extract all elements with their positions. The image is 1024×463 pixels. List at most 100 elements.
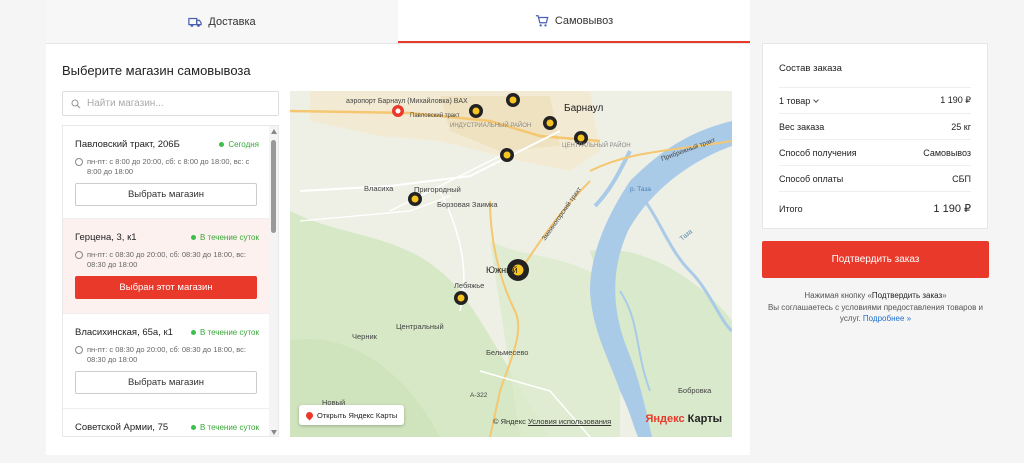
map-label-tsentralny: Центральный xyxy=(396,322,444,331)
note-prefix: Нажимая кнопку « xyxy=(804,291,872,300)
copyright-text: © Яндекс xyxy=(493,417,526,426)
clock-icon xyxy=(75,251,83,259)
logo-maps-text: Карты xyxy=(687,413,722,425)
order-row-total: Итого 1 190 ₽ xyxy=(779,192,971,225)
payment-label: Способ оплаты xyxy=(779,173,844,184)
store-hours: пн-пт: с 8:00 до 20:00, сб: с 8:00 до 18… xyxy=(75,157,259,177)
selected-store-button[interactable]: Выбран этот магазин xyxy=(75,276,257,299)
open-yandex-maps-button[interactable]: Открыть Яндекс Карты xyxy=(299,405,405,425)
store-name: Герцена, 3, к1 xyxy=(75,231,137,243)
total-label: Итого xyxy=(779,203,803,214)
store-item[interactable]: Павловский тракт, 206Б Сегодня пн-пт: с … xyxy=(63,126,271,219)
store-name: Советской Армии, 75 xyxy=(75,421,169,433)
clock-icon xyxy=(75,346,83,354)
map-label-airport: аэропорт Барнаул (Михайловка) BAX xyxy=(346,97,468,105)
map-label-yuzhny: Южный xyxy=(486,265,518,275)
select-store-button[interactable]: Выбрать магазин xyxy=(75,371,257,394)
map-canvas[interactable]: аэропорт Барнаул (Михайловка) BAX Барнау… xyxy=(290,91,732,437)
availability-text: В течение суток xyxy=(199,232,259,242)
search-input[interactable] xyxy=(87,98,267,109)
availability-text: В течение суток xyxy=(199,327,259,337)
status-dot-icon xyxy=(219,141,225,147)
terms-note: Нажимая кнопку «Подтвердить заказ» Вы со… xyxy=(762,290,989,325)
map-label-a322: А-322 xyxy=(470,392,488,399)
map-label-vlasikha: Власиха xyxy=(364,184,394,193)
store-item[interactable]: Власихинская, 65а, к1 В течение суток пн… xyxy=(63,314,271,409)
payment-value: СБП xyxy=(952,173,971,184)
hours-text: пн-пт: с 8:00 до 20:00, сб: с 8:00 до 18… xyxy=(87,157,250,176)
weight-value: 25 кг xyxy=(951,121,971,132)
scroll-down-icon[interactable] xyxy=(271,430,277,435)
tab-delivery-label: Доставка xyxy=(208,15,256,28)
method-value: Самовывоз xyxy=(923,147,971,158)
map-label-prigorodny: Пригородный xyxy=(414,185,461,194)
order-title: Состав заказа xyxy=(779,63,971,88)
chevron-down-icon xyxy=(813,96,820,103)
order-summary: Состав заказа 1 товар 1 190 ₽ Вес заказа… xyxy=(762,43,988,229)
hours-text: пн-пт: с 08:30 до 20:00, сб: 08:30 до 18… xyxy=(87,345,246,364)
terms-link[interactable]: Условия использования xyxy=(528,417,611,426)
method-label: Способ получения xyxy=(779,147,857,158)
order-row-method: Способ получения Самовывоз xyxy=(779,140,971,166)
map-label-bobrovka: Бобровка xyxy=(678,386,712,395)
map-label-central: ЦЕНТРАЛЬНЫЙ РАЙОН xyxy=(562,141,631,149)
store-availability: В течение суток xyxy=(190,232,259,242)
tab-delivery[interactable]: Доставка xyxy=(46,0,398,43)
status-dot-icon xyxy=(190,424,196,430)
map-label-borzovaya: Борзовая Заимка xyxy=(437,200,498,209)
store-availability: Сегодня xyxy=(219,140,259,149)
tab-pickup-label: Самовывоз xyxy=(554,14,614,27)
map-label-chernik: Черник xyxy=(352,332,378,341)
map-pin-icon xyxy=(304,410,315,420)
store-search[interactable] xyxy=(62,91,279,116)
note-suffix: » xyxy=(942,291,947,300)
store-map[interactable]: аэропорт Барнаул (Михайловка) BAX Барнау… xyxy=(290,91,732,437)
map-label-barnaul: Барнаул xyxy=(564,103,603,114)
store-list[interactable]: Павловский тракт, 206Б Сегодня пн-пт: с … xyxy=(62,125,279,437)
availability-text: Сегодня xyxy=(228,139,259,149)
yandex-maps-logo: Яндекс Карты xyxy=(645,413,722,425)
store-item-selected[interactable]: Герцена, 3, к1 В течение суток пн-пт: с … xyxy=(63,219,271,314)
store-hours: пн-пт: с 08:30 до 20:00, сб: 08:30 до 18… xyxy=(75,345,259,365)
items-toggle[interactable]: 1 товар xyxy=(779,95,820,106)
scroll-thumb[interactable] xyxy=(271,140,276,233)
store-availability: В течение суток xyxy=(190,422,259,432)
items-value: 1 190 ₽ xyxy=(940,95,971,105)
more-link[interactable]: Подробнее » xyxy=(863,314,911,323)
scroll-up-icon[interactable] xyxy=(271,129,277,134)
order-row-payment: Способ оплаты СБП xyxy=(779,166,971,192)
map-copyright: © Яндекс Условия использования xyxy=(493,417,611,426)
tab-pickup[interactable]: Самовывоз xyxy=(398,0,750,43)
status-dot-icon xyxy=(190,234,196,240)
map-label-belmesevo: Бельмесево xyxy=(486,348,528,357)
items-label: 1 товар xyxy=(779,95,811,106)
delivery-tabs: Доставка Самовывоз xyxy=(46,0,750,44)
order-row-items[interactable]: 1 товар 1 190 ₽ xyxy=(779,88,971,114)
map-label-pavlovsky: Павловский тракт xyxy=(410,112,460,119)
store-name: Власихинская, 65а, к1 xyxy=(75,326,173,338)
store-availability: В течение суток xyxy=(190,327,259,337)
store-hours: пн-пт: с 08:30 до 20:00, сб: 08:30 до 18… xyxy=(75,250,259,270)
map-label-industrial: ИНДУСТРИАЛЬНЫЙ РАЙОН xyxy=(450,121,531,129)
store-name: Павловский тракт, 206Б xyxy=(75,138,180,150)
checkout-page: Доставка Самовывоз Выберите магазин само… xyxy=(0,0,1024,463)
map-label-taza-river: р. Таза xyxy=(630,186,651,193)
hours-text: пн-пт: с 08:30 до 20:00, сб: 08:30 до 18… xyxy=(87,250,246,269)
cart-icon xyxy=(535,14,549,27)
store-list-scrollbar[interactable] xyxy=(269,126,278,436)
status-dot-icon xyxy=(190,329,196,335)
search-icon xyxy=(71,98,81,108)
store-item[interactable]: Советской Армии, 75 В течение суток xyxy=(63,409,271,436)
order-row-weight: Вес заказа 25 кг xyxy=(779,114,971,140)
truck-icon xyxy=(188,17,203,27)
clock-icon xyxy=(75,158,83,166)
select-store-button[interactable]: Выбрать магазин xyxy=(75,183,257,206)
pickup-panel: Доставка Самовывоз Выберите магазин само… xyxy=(46,0,750,455)
logo-yandex-text: Яндекс xyxy=(645,413,685,425)
weight-label: Вес заказа xyxy=(779,121,825,132)
total-value: 1 190 ₽ xyxy=(933,203,971,215)
confirm-order-button[interactable]: Подтвердить заказ xyxy=(762,241,989,278)
map-label-lebyazhye: Лебяжье xyxy=(454,281,484,290)
open-yandex-maps-label: Открыть Яндекс Карты xyxy=(317,410,398,420)
availability-text: В течение суток xyxy=(199,422,259,432)
